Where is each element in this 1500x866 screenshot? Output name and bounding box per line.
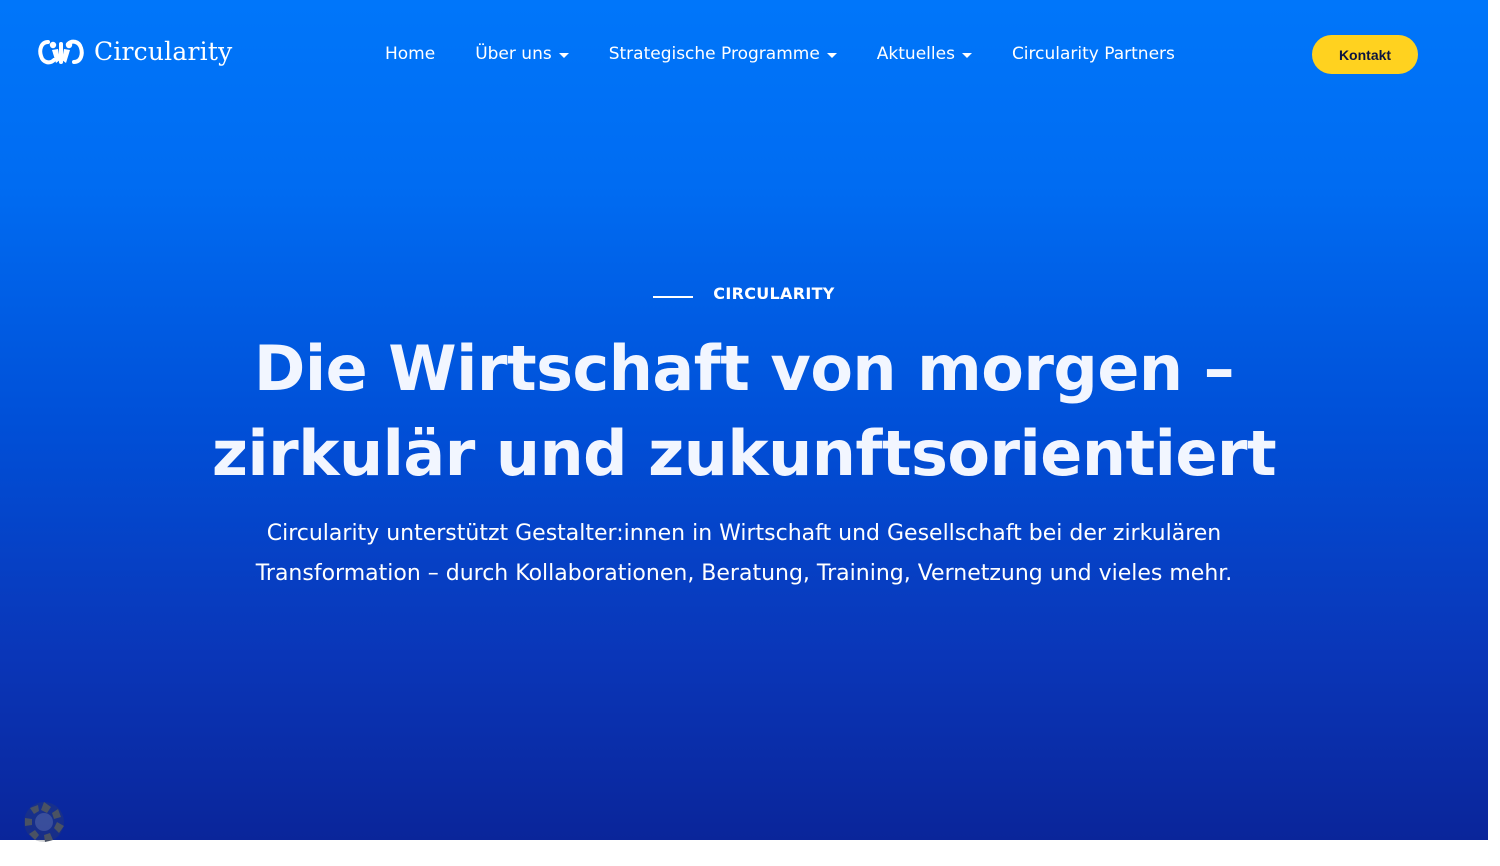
nav-item-circularity-partners[interactable]: Circularity Partners [1012, 44, 1175, 64]
headline-line-1: Die Wirtschaft von morgen – [253, 332, 1235, 405]
eyebrow-text: CIRCULARITY [713, 284, 835, 303]
page-bottom-edge [0, 840, 1500, 866]
page-edge [1488, 0, 1500, 866]
subtext-line-2: Transformation – durch Kollaborationen, … [255, 561, 1233, 586]
nav-item-home[interactable]: Home [385, 44, 435, 64]
kontakt-button[interactable]: Kontakt [1312, 35, 1418, 74]
hero-subtext: Circularity unterstützt Gestalter:innen … [0, 514, 1488, 594]
site-logo[interactable]: Circularity [36, 34, 232, 70]
hero-section: Circularity Home Über uns Strategische P… [0, 0, 1488, 840]
hero-eyebrow: CIRCULARITY [0, 284, 1488, 303]
nav-item-aktuelles[interactable]: Aktuelles [877, 44, 972, 64]
caret-down-icon [961, 52, 972, 58]
eyebrow-divider [653, 295, 694, 298]
brand-name: Circularity [94, 37, 233, 66]
nav-item-label: Home [385, 44, 436, 64]
hero-headline: Die Wirtschaft von morgen – zirkulär und… [0, 326, 1488, 496]
nav-item-label: Strategische Programme [608, 44, 820, 64]
nav-item-label: Aktuelles [876, 44, 955, 64]
caret-down-icon [826, 52, 837, 58]
circularity-logo-icon [38, 39, 84, 65]
nav-item-strategische-programme[interactable]: Strategische Programme [609, 44, 837, 64]
nav-item-label: Über uns [475, 44, 552, 64]
recycle-icon [24, 802, 64, 842]
caret-down-icon [558, 52, 569, 58]
nav-item-label: Circularity Partners [1011, 44, 1175, 64]
main-navigation: Home Über uns Strategische Programme Akt… [385, 40, 1175, 68]
subtext-line-1: Circularity unterstützt Gestalter:innen … [266, 521, 1222, 546]
floating-recycle-widget[interactable] [20, 798, 68, 846]
headline-line-2: zirkulär und zukunftsorientiert [211, 417, 1277, 490]
nav-item-ueber-uns[interactable]: Über uns [475, 44, 569, 64]
